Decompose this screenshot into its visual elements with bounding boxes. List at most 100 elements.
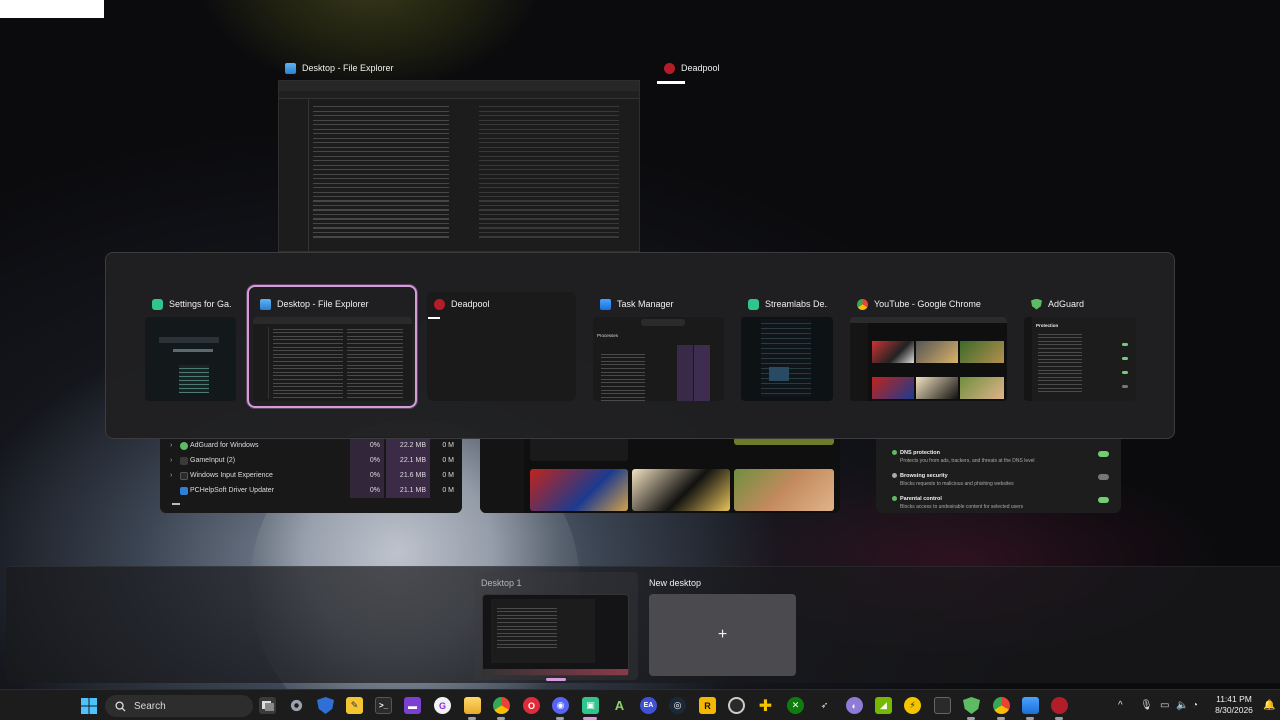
clock-date: 8/30/2026: [1215, 705, 1253, 715]
new-desktop-button[interactable]: +: [649, 594, 796, 676]
card-title: Desktop - File Explorer: [277, 299, 369, 309]
bg-window-title: Deadpool: [681, 63, 720, 73]
tray-overflow-chevron[interactable]: ^: [1118, 690, 1123, 720]
defender-icon[interactable]: [317, 697, 334, 714]
switcher-card-adguard[interactable]: AdGuard Protection: [1024, 292, 1136, 401]
process-memory: 22.2 MB: [386, 438, 430, 453]
desktop-1-thumbnail[interactable]: [482, 594, 629, 676]
process-cpu: 0%: [350, 483, 384, 498]
adguard-preview-heading: Protection: [1036, 323, 1059, 328]
terminal-icon[interactable]: >_: [375, 697, 392, 714]
battery-icon[interactable]: ◔: [1192, 690, 1198, 720]
adguard-icon[interactable]: [963, 697, 980, 714]
streamlabs-icon: [152, 298, 163, 310]
switcher-card-task-manager[interactable]: Task Manager Processes: [593, 292, 724, 401]
deadpool-icon: [434, 298, 445, 310]
volume-icon[interactable]: 🔈: [1176, 690, 1188, 720]
proton-icon[interactable]: ◐: [846, 697, 863, 714]
setting-title: DNS protection: [900, 450, 941, 456]
shield-icon: [892, 496, 897, 501]
switcher-card-youtube[interactable]: YouTube - Google Chrome: [850, 292, 1007, 401]
white-overlay-block: [0, 0, 104, 18]
network-icon[interactable]: ▭: [1160, 690, 1169, 720]
parental-control-toggle[interactable]: [1098, 497, 1109, 503]
task-manager-back-preview[interactable]: › AdGuard for Windows 0% 22.2 MB 0 M › G…: [160, 437, 462, 513]
wallpaper-glow: [200, 0, 540, 90]
active-desktop-indicator: [546, 678, 566, 681]
card-preview: Processes: [593, 317, 724, 401]
youtube-sidebar: [480, 437, 524, 513]
bg-window-file-explorer[interactable]: Desktop - File Explorer: [285, 61, 394, 75]
card-title: Streamlabs De...: [765, 299, 828, 309]
table-row[interactable]: PCHelpSoft Driver Updater 0% 21.1 MB 0 M: [160, 483, 462, 498]
browsing-security-toggle[interactable]: [1098, 474, 1109, 480]
bg-window-title: Desktop - File Explorer: [302, 63, 394, 73]
chevron-up-icon: ^: [1118, 700, 1123, 711]
video-thumbnail[interactable]: [734, 469, 834, 511]
process-cpu: 0%: [350, 453, 384, 468]
bolt-icon[interactable]: ⚡: [904, 697, 921, 714]
xbox-icon[interactable]: ✕: [787, 697, 804, 714]
switcher-card-deadpool[interactable]: Deadpool: [427, 292, 576, 401]
dns-protection-toggle[interactable]: [1098, 451, 1109, 457]
process-cpu: 0%: [350, 468, 384, 483]
card-preview: Protection: [1024, 317, 1136, 401]
process-name: AdGuard for Windows: [190, 442, 259, 449]
rocket-icon[interactable]: ➶: [816, 697, 833, 714]
notification-bell-icon[interactable]: 🔔: [1263, 690, 1275, 720]
opera-icon[interactable]: O: [523, 697, 540, 714]
plus-icon[interactable]: ✚: [757, 697, 774, 715]
video-thumbnail[interactable]: [530, 469, 628, 511]
discord-icon[interactable]: ◉: [552, 697, 569, 714]
notepad-icon[interactable]: ✎: [346, 697, 363, 714]
file-explorer-preview[interactable]: [278, 80, 640, 252]
microphone-icon[interactable]: 🎙: [1140, 690, 1153, 720]
deadpool-icon[interactable]: [1051, 697, 1068, 714]
table-row[interactable]: › GameInput (2) 0% 22.1 MB 0 M: [160, 453, 462, 468]
file-explorer-icon[interactable]: [464, 697, 481, 714]
adguard-setting: Browsing security Blocks requests to mal…: [892, 473, 1014, 487]
streamlabs-icon[interactable]: ▣: [582, 697, 599, 714]
obs-icon[interactable]: [728, 697, 745, 714]
steam-icon[interactable]: ◎: [669, 697, 686, 714]
youtube-back-preview[interactable]: [480, 437, 840, 513]
adguard-setting: DNS protection Protects you from ads, tr…: [892, 450, 1035, 464]
card-title: YouTube - Google Chrome: [874, 299, 981, 309]
card-title: AdGuard: [1048, 299, 1085, 309]
setting-desc: Protects you from ads, trackers, and thr…: [900, 458, 1035, 464]
chevron-right-icon: ›: [170, 472, 173, 479]
rockstar-icon[interactable]: R: [699, 697, 716, 714]
adguard-icon: [180, 441, 188, 450]
taskbar-clock[interactable]: 11:41 PM 8/30/2026: [1206, 694, 1262, 716]
search-placeholder: Search: [134, 700, 166, 712]
task-view-icon[interactable]: [259, 697, 276, 714]
process-icon: [180, 456, 188, 465]
adguard-icon: [1031, 298, 1042, 310]
app-icon[interactable]: [934, 697, 951, 714]
video-thumbnail[interactable]: [632, 469, 730, 511]
windows-start-icon[interactable]: [80, 697, 97, 714]
adguard-back-preview[interactable]: DNS protection Protects you from ads, tr…: [876, 437, 1121, 513]
twitch-icon[interactable]: ▬: [404, 697, 421, 714]
nvidia-icon[interactable]: ◢: [875, 697, 892, 714]
setting-title: Parental control: [900, 496, 942, 502]
table-row[interactable]: › Windows Input Experience 0% 21.6 MB 0 …: [160, 468, 462, 483]
card-preview: [145, 317, 236, 401]
switcher-card-settings[interactable]: Settings for Ga...: [145, 292, 236, 401]
card-preview: [741, 317, 833, 401]
github-desktop-icon[interactable]: G: [434, 697, 451, 714]
taskbar-search[interactable]: Search: [105, 695, 253, 717]
settings-icon[interactable]: [288, 697, 305, 714]
process-name: GameInput (2): [190, 457, 236, 464]
deadpool-icon: [664, 62, 675, 74]
chrome-icon[interactable]: [493, 697, 510, 714]
ea-icon[interactable]: EA: [640, 697, 657, 714]
scroll-indicator: [172, 503, 180, 505]
switcher-card-streamlabs[interactable]: Streamlabs De...: [741, 292, 833, 401]
task-manager-icon[interactable]: [1022, 697, 1039, 714]
nvim-icon[interactable]: A: [611, 697, 628, 714]
table-row[interactable]: › AdGuard for Windows 0% 22.2 MB 0 M: [160, 438, 462, 453]
chrome-icon[interactable]: [993, 697, 1010, 714]
switcher-card-file-explorer[interactable]: Desktop - File Explorer: [253, 292, 412, 401]
bg-window-deadpool[interactable]: Deadpool: [664, 61, 720, 75]
